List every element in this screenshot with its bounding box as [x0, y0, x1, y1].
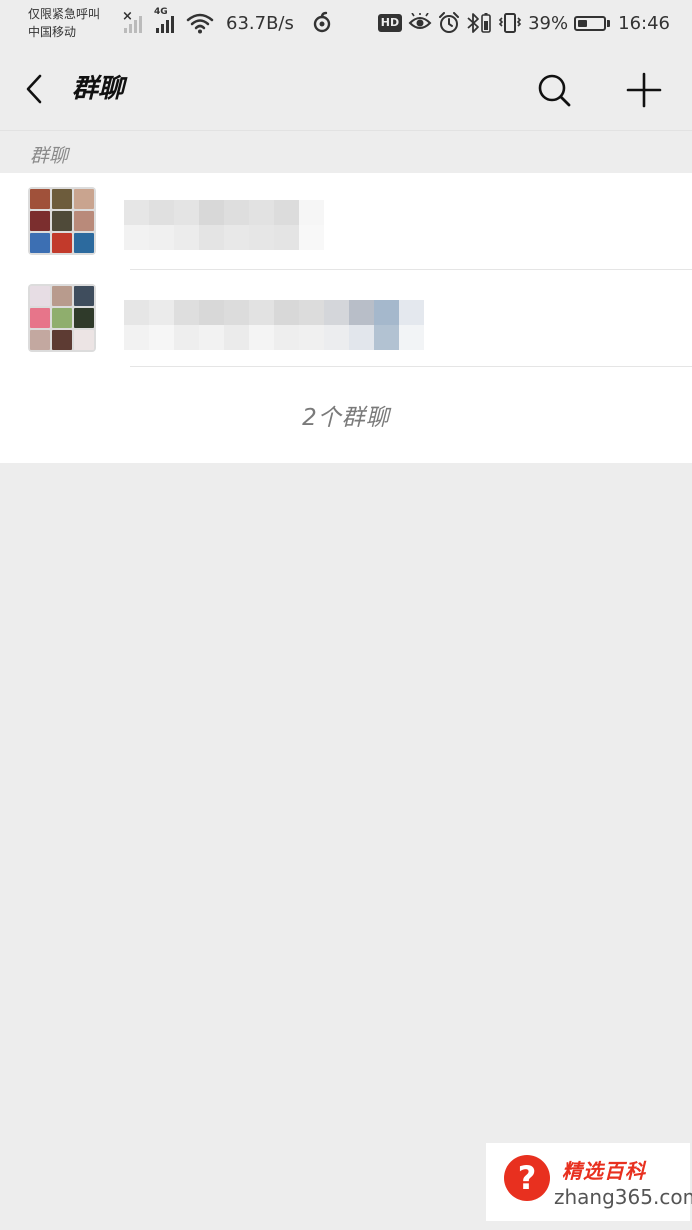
group-avatar: [28, 187, 96, 255]
sim1-signal-icon: ×: [122, 9, 142, 33]
music-app-icon: [313, 11, 331, 33]
avatar-tile: [74, 233, 94, 253]
avatar-tile: [52, 211, 72, 231]
eye-comfort-icon: [408, 13, 432, 29]
avatar-tile: [30, 233, 50, 253]
vibrate-icon: [498, 13, 522, 33]
group-list: 2个群聊: [0, 173, 692, 463]
search-icon[interactable]: [534, 70, 574, 110]
network-type-label: 4G: [154, 7, 168, 17]
clock: 16:46: [618, 12, 670, 34]
status-right-icons: HD 39% 16:46: [377, 10, 670, 36]
avatar-tile: [74, 211, 94, 231]
blurred-group-name: [124, 300, 424, 350]
watermark-domain: zhang365.com: [554, 1185, 692, 1209]
wifi-icon: [186, 13, 214, 34]
carrier-line2: 中国移动: [28, 25, 77, 39]
avatar-tile: [52, 330, 72, 350]
avatar-tile: [30, 286, 50, 306]
alarm-icon: [439, 12, 460, 33]
watermark-brand: 精选百科: [562, 1159, 646, 1183]
avatar-tile: [52, 233, 72, 253]
question-icon: ?: [504, 1155, 550, 1201]
bluetooth-battery-icon: [467, 13, 491, 33]
group-count: 2个群聊: [302, 405, 390, 431]
avatar-tile: [74, 189, 94, 209]
group-row-2[interactable]: [0, 270, 692, 367]
avatar-tile: [74, 308, 94, 328]
avatar-tile: [30, 211, 50, 231]
group-row-1[interactable]: [0, 173, 692, 270]
watermark: ? 精选百科 zhang365.com: [486, 1143, 692, 1221]
battery-icon: [574, 15, 611, 31]
page-title: 群聊: [72, 74, 125, 103]
network-speed: 63.7B/s: [226, 12, 294, 34]
avatar-tile: [74, 330, 94, 350]
sim2-signal-icon: 4G: [154, 7, 174, 33]
avatar-tile: [30, 330, 50, 350]
avatar-tile: [52, 189, 72, 209]
avatar-tile: [30, 189, 50, 209]
hd-badge: HD: [377, 14, 403, 32]
chevron-left-icon[interactable]: [22, 70, 48, 108]
status-bar: 仅限紧急呼叫 中国移动 × 4G 63.7B/s HD 39% 16:46: [0, 0, 692, 48]
avatar-tile: [30, 308, 50, 328]
status-left-icons: × 4G 63.7B/s: [120, 7, 334, 36]
avatar-tile: [52, 286, 72, 306]
section-label: 群聊: [30, 145, 69, 167]
carrier-info: 仅限紧急呼叫 中国移动: [28, 5, 100, 41]
group-avatar: [28, 284, 96, 352]
section-header: 群聊: [0, 130, 692, 173]
nav-header: 群聊: [0, 48, 692, 130]
avatar-tile: [74, 286, 94, 306]
blurred-group-name: [124, 200, 324, 250]
battery-percent: 39%: [528, 12, 569, 34]
plus-icon[interactable]: [624, 70, 664, 110]
carrier-line1: 仅限紧急呼叫: [28, 7, 101, 21]
avatar-tile: [52, 308, 72, 328]
